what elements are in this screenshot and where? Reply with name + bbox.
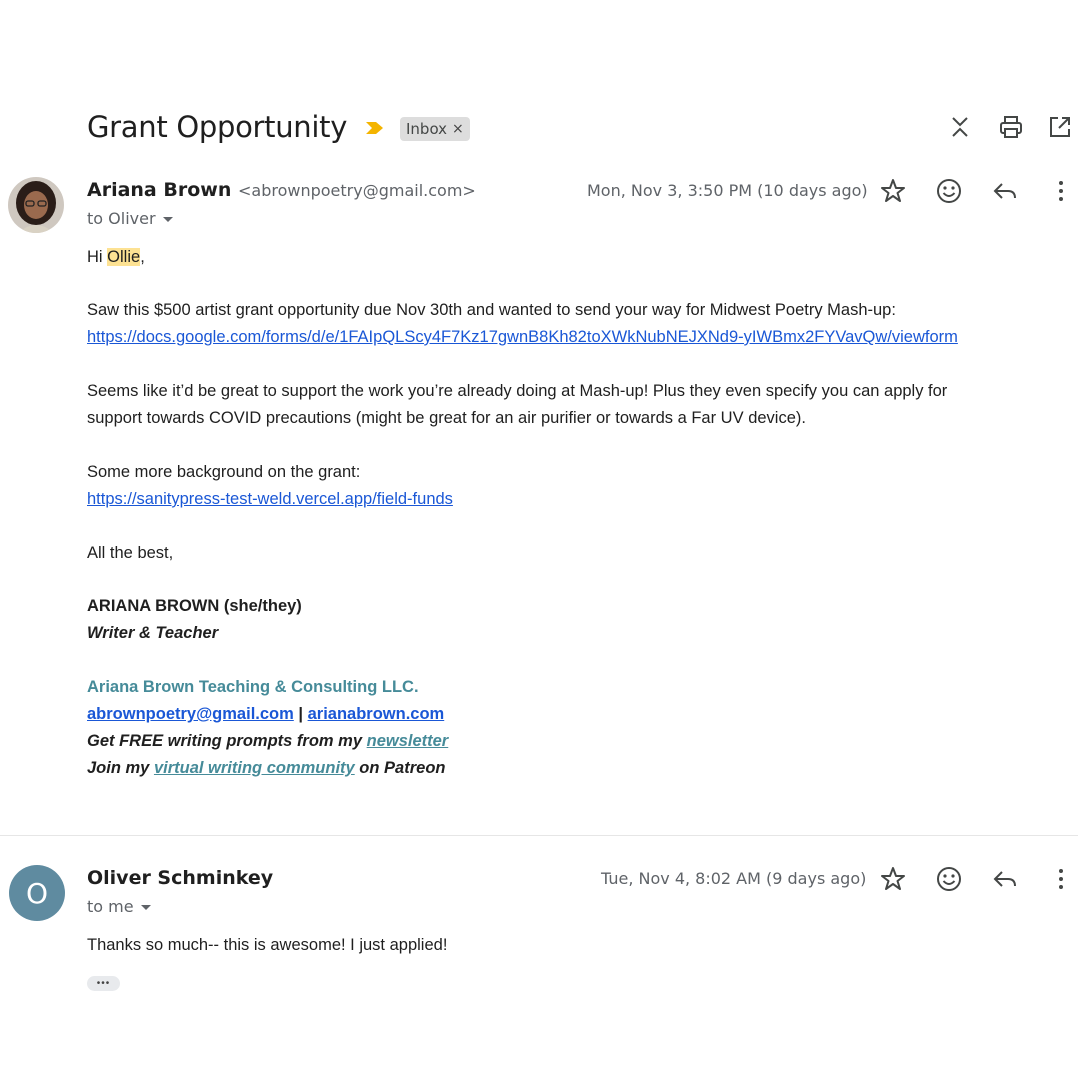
label-text: Inbox: [406, 120, 448, 138]
sender-avatar[interactable]: [8, 177, 64, 233]
signature-patreon-prefix: Join my: [87, 759, 154, 777]
signature-prompts-line: Get FREE writing prompts from my newslet…: [87, 728, 448, 755]
open-new-window-icon[interactable]: [1047, 114, 1073, 140]
reply-icon[interactable]: [991, 865, 1019, 893]
reply-recipient-text: to me: [87, 897, 134, 916]
signature-company: Ariana Brown Teaching & Consulting LLC.: [87, 678, 419, 696]
greeting-suffix: ,: [140, 248, 145, 266]
signature-patreon-suffix: on Patreon: [354, 759, 446, 777]
signature: ARIANA BROWN (she/they) Writer & Teacher…: [87, 593, 448, 782]
para2-line1: Seems like it’d be great to support the …: [87, 382, 948, 400]
sender-name[interactable]: Ariana Brown: [87, 179, 231, 201]
recipient-line[interactable]: to Oliver: [87, 209, 173, 228]
greeting-prefix: Hi: [87, 248, 108, 266]
signature-title: Writer & Teacher: [87, 624, 219, 642]
message-date: Mon, Nov 3, 3:50 PM (10 days ago): [587, 181, 868, 200]
signature-contact-line: abrownpoetry@gmail.com | arianabrown.com: [87, 701, 448, 728]
grant-background-link[interactable]: https://sanitypress-test-weld.vercel.app…: [87, 490, 453, 508]
recipient-text: to Oliver: [87, 209, 156, 228]
star-icon[interactable]: [879, 177, 907, 205]
email-subject: Grant Opportunity: [87, 110, 348, 144]
expand-collapse-icon[interactable]: [947, 114, 973, 140]
emoji-reaction-icon[interactable]: [935, 177, 963, 205]
sender-email: <abrownpoetry@gmail.com>: [237, 181, 476, 200]
star-icon[interactable]: [879, 865, 907, 893]
signature-name: ARIANA BROWN (she/they): [87, 597, 302, 615]
message-divider: [0, 835, 1078, 836]
reply-message-date: Tue, Nov 4, 8:02 AM (9 days ago): [601, 869, 867, 888]
more-options-icon[interactable]: [1047, 865, 1075, 893]
signature-prompts-text: Get FREE writing prompts from my: [87, 732, 367, 750]
chevron-down-icon[interactable]: [162, 217, 173, 222]
reply-sender-avatar[interactable]: O: [9, 865, 65, 921]
emoji-reaction-icon[interactable]: [935, 865, 963, 893]
remove-label-icon[interactable]: ×: [452, 121, 464, 137]
more-options-icon[interactable]: [1047, 177, 1075, 205]
sender-line: Ariana Brown <abrownpoetry@gmail.com>: [87, 179, 476, 201]
reply-sender-name[interactable]: Oliver Schminkey: [87, 867, 273, 889]
chevron-down-icon[interactable]: [140, 905, 151, 910]
body-paragraph-3: Some more background on the grant: https…: [87, 459, 453, 513]
body-paragraph-2: Seems like it’d be great to support the …: [87, 378, 947, 432]
reply-body: Thanks so much-- this is awesome! I just…: [87, 936, 448, 954]
signature-patreon-line: Join my virtual writing community on Pat…: [87, 755, 448, 782]
reply-recipient-line[interactable]: to me: [87, 897, 151, 916]
inbox-label-chip: Inbox ×: [400, 117, 470, 141]
importance-marker-icon[interactable]: [364, 120, 386, 136]
newsletter-link[interactable]: newsletter: [367, 732, 449, 750]
body-paragraph-1: Saw this $500 artist grant opportunity d…: [87, 297, 958, 351]
signature-website-link[interactable]: arianabrown.com: [308, 705, 445, 723]
greeting-name: Ollie: [107, 248, 141, 266]
show-trimmed-content-button[interactable]: •••: [87, 976, 120, 991]
signature-separator: |: [293, 705, 308, 723]
grant-form-link[interactable]: https://docs.google.com/forms/d/e/1FAIpQ…: [87, 328, 958, 346]
reply-icon[interactable]: [991, 177, 1019, 205]
closing: All the best,: [87, 544, 174, 562]
print-icon[interactable]: [998, 114, 1024, 140]
para1-text: Saw this $500 artist grant opportunity d…: [87, 301, 896, 319]
para2-line2: support towards COVID precautions (might…: [87, 409, 806, 427]
patreon-community-link[interactable]: virtual writing community: [154, 759, 355, 777]
para3-text: Some more background on the grant:: [87, 463, 361, 481]
signature-email-link[interactable]: abrownpoetry@gmail.com: [87, 705, 294, 723]
greeting: Hi Ollie,: [87, 244, 145, 271]
